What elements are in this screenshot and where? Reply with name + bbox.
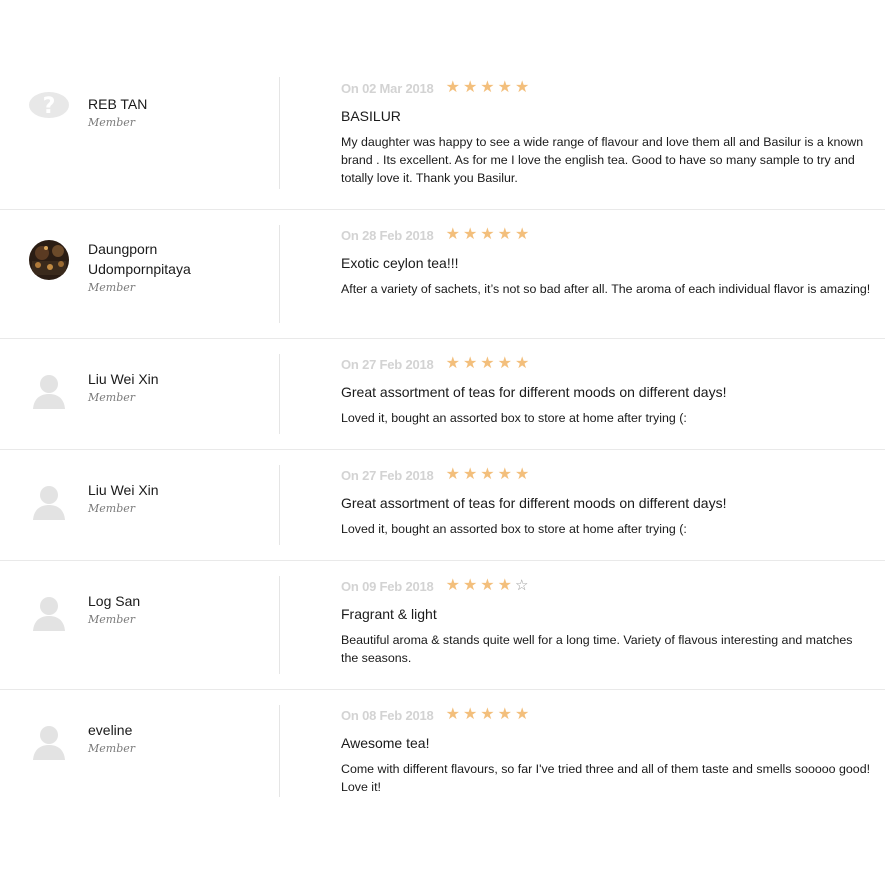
star-rating: ★ ★ ★ ★ ★ xyxy=(446,356,530,372)
star-filled-icon: ★ xyxy=(462,706,478,723)
star-rating: ★ ★ ★ ★ ☆ xyxy=(446,578,529,594)
star-filled-icon: ★ xyxy=(462,79,478,96)
review-meta: On 02 Mar 2018 ★ ★ ★ ★ ★ xyxy=(341,78,871,98)
star-filled-icon: ★ xyxy=(480,355,495,372)
star-filled-icon: ★ xyxy=(445,79,460,96)
star-filled-icon: ★ xyxy=(462,577,478,594)
reviewer-name: eveline xyxy=(88,722,133,738)
star-filled-icon: ★ xyxy=(497,226,512,243)
review-meta: On 08 Feb 2018 ★ ★ ★ ★ ★ xyxy=(341,705,871,725)
review-body: On 09 Feb 2018 ★ ★ ★ ★ ☆ Fragrant & ligh… xyxy=(280,561,885,689)
review-title: Awesome tea! xyxy=(341,735,430,751)
star-filled-icon: ★ xyxy=(462,226,478,243)
review-title: Exotic ceylon tea!!! xyxy=(341,255,459,271)
review-item: Liu Wei Xin Member On 27 Feb 2018 ★ ★ ★ … xyxy=(0,450,885,561)
star-rating: ★ ★ ★ ★ ★ xyxy=(446,707,530,723)
review-date: On 09 Feb 2018 xyxy=(341,578,434,594)
review-date: On 28 Feb 2018 xyxy=(341,227,434,243)
star-filled-icon: ★ xyxy=(445,226,460,243)
review-date: On 27 Feb 2018 xyxy=(341,356,434,372)
review-body: On 28 Feb 2018 ★ ★ ★ ★ ★ Exotic ceylon t… xyxy=(280,210,885,338)
review-body: On 27 Feb 2018 ★ ★ ★ ★ ★ Great assortmen… xyxy=(280,339,885,449)
review-author: eveline Member xyxy=(0,705,280,797)
star-filled-icon: ★ xyxy=(445,355,460,372)
review-item: Log San Member On 09 Feb 2018 ★ ★ ★ ★ ☆ … xyxy=(0,561,885,690)
star-filled-icon: ★ xyxy=(514,226,530,243)
photo-avatar xyxy=(28,239,70,281)
default-user-avatar xyxy=(28,482,70,524)
star-filled-icon: ★ xyxy=(497,466,512,483)
review-meta: On 09 Feb 2018 ★ ★ ★ ★ ☆ xyxy=(341,576,871,596)
review-text: Loved it, bought an assorted box to stor… xyxy=(341,411,687,425)
review-item: Daungporn Udompornpitaya Member On 28 Fe… xyxy=(0,210,885,339)
star-filled-icon: ★ xyxy=(480,226,495,243)
question-mark-avatar: ? xyxy=(28,84,70,126)
star-filled-icon: ★ xyxy=(497,577,512,594)
default-user-avatar xyxy=(28,722,70,764)
review-item: Liu Wei Xin Member On 27 Feb 2018 ★ ★ ★ … xyxy=(0,339,885,450)
star-filled-icon: ★ xyxy=(480,577,495,594)
default-user-avatar xyxy=(28,371,70,413)
review-date: On 08 Feb 2018 xyxy=(341,707,434,723)
star-filled-icon: ★ xyxy=(514,355,530,372)
review-date: On 27 Feb 2018 xyxy=(341,467,434,483)
review-author: Log San Member xyxy=(0,576,280,674)
reviewer-role: Member xyxy=(88,116,136,129)
review-title: Great assortment of teas for different m… xyxy=(341,495,727,511)
review-title: Fragrant & light xyxy=(341,606,437,622)
star-filled-icon: ★ xyxy=(480,466,495,483)
reviewer-name: Log San xyxy=(88,593,141,609)
star-filled-icon: ★ xyxy=(445,706,460,723)
review-text: Beautiful aroma & stands quite well for … xyxy=(341,633,853,665)
reviewer-role: Member xyxy=(88,742,136,755)
star-filled-icon: ★ xyxy=(514,466,530,483)
star-filled-icon: ★ xyxy=(462,466,478,483)
review-text: Come with different flavours, so far I'v… xyxy=(341,762,871,794)
star-empty-icon: ☆ xyxy=(514,577,529,594)
review-text: After a variety of sachets, it’s not so … xyxy=(341,282,871,296)
review-meta: On 28 Feb 2018 ★ ★ ★ ★ ★ xyxy=(341,225,871,245)
reviewer-role: Member xyxy=(88,391,136,404)
star-rating: ★ ★ ★ ★ ★ xyxy=(446,80,530,96)
reviewer-name: Liu Wei Xin xyxy=(88,371,159,387)
review-title: BASILUR xyxy=(341,108,401,124)
star-filled-icon: ★ xyxy=(497,355,512,372)
review-body: On 02 Mar 2018 ★ ★ ★ ★ ★ BASILUR My daug… xyxy=(280,62,885,209)
review-date: On 02 Mar 2018 xyxy=(341,80,434,96)
reviewer-name: REB TAN xyxy=(88,96,148,112)
star-filled-icon: ★ xyxy=(497,79,512,96)
star-filled-icon: ★ xyxy=(480,706,495,723)
star-filled-icon: ★ xyxy=(462,355,478,372)
review-item: ? REB TAN Member On 02 Mar 2018 ★ ★ ★ ★ … xyxy=(0,62,885,210)
review-list: ? REB TAN Member On 02 Mar 2018 ★ ★ ★ ★ … xyxy=(0,62,885,814)
star-rating: ★ ★ ★ ★ ★ xyxy=(446,467,530,483)
review-body: On 27 Feb 2018 ★ ★ ★ ★ ★ Great assortmen… xyxy=(280,450,885,560)
reviewer-role: Member xyxy=(88,613,136,626)
reviewer-name: Liu Wei Xin xyxy=(88,482,159,498)
review-author: Liu Wei Xin Member xyxy=(0,354,280,434)
review-text: Loved it, bought an assorted box to stor… xyxy=(341,522,687,536)
review-body: On 08 Feb 2018 ★ ★ ★ ★ ★ Awesome tea! Co… xyxy=(280,690,885,814)
reviewer-role: Member xyxy=(88,502,136,515)
star-filled-icon: ★ xyxy=(514,79,530,96)
star-filled-icon: ★ xyxy=(497,706,512,723)
svg-text:?: ? xyxy=(43,94,56,119)
review-author: Daungporn Udompornpitaya Member xyxy=(0,225,280,323)
review-author: ? REB TAN Member xyxy=(0,77,280,189)
star-filled-icon: ★ xyxy=(514,706,530,723)
review-text: My daughter was happy to see a wide rang… xyxy=(341,135,864,185)
reviewer-role: Member xyxy=(88,281,136,294)
review-meta: On 27 Feb 2018 ★ ★ ★ ★ ★ xyxy=(341,465,871,485)
star-filled-icon: ★ xyxy=(480,79,495,96)
default-user-avatar xyxy=(28,593,70,635)
reviewer-name: Daungporn Udompornpitaya xyxy=(88,241,191,277)
review-author: Liu Wei Xin Member xyxy=(0,465,280,545)
review-item: eveline Member On 08 Feb 2018 ★ ★ ★ ★ ★ … xyxy=(0,690,885,814)
star-filled-icon: ★ xyxy=(445,466,460,483)
star-filled-icon: ★ xyxy=(445,577,460,594)
star-rating: ★ ★ ★ ★ ★ xyxy=(446,227,530,243)
review-title: Great assortment of teas for different m… xyxy=(341,384,727,400)
review-meta: On 27 Feb 2018 ★ ★ ★ ★ ★ xyxy=(341,354,871,374)
